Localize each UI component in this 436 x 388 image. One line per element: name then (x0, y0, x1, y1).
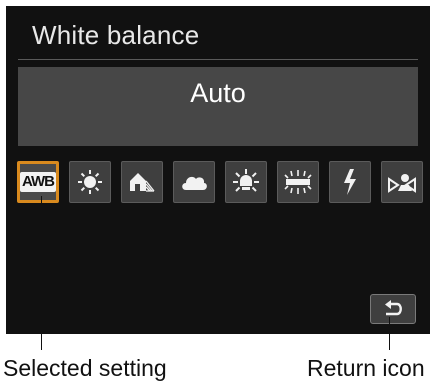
wb-option-custom[interactable] (381, 161, 423, 203)
wb-option-cloudy[interactable] (173, 161, 215, 203)
current-value-panel: Auto (18, 67, 418, 146)
wb-option-flash[interactable] (329, 161, 371, 203)
tungsten-icon (233, 169, 259, 192)
menu-title: White balance (32, 20, 200, 50)
return-icon (385, 300, 402, 316)
wb-option-daylight[interactable] (69, 161, 111, 203)
wb-option-fluorescent[interactable] (277, 161, 319, 203)
camera-lcd-screen: White balance Auto AWB (6, 6, 430, 334)
shade-icon (130, 173, 155, 192)
wb-option-tungsten[interactable] (225, 161, 267, 203)
daylight-icon (78, 170, 102, 194)
wb-option-awb[interactable]: AWB (17, 161, 59, 203)
selected-setting-leader-line (41, 196, 42, 350)
current-value: Auto (190, 78, 246, 108)
flash-icon (344, 169, 356, 195)
caption-selected-setting: Selected setting (3, 355, 167, 381)
return-button[interactable] (370, 294, 416, 324)
wb-option-shade[interactable] (121, 161, 163, 203)
caption-return-icon: Return icon (307, 355, 425, 381)
awb-icon: AWB (20, 172, 56, 192)
fluorescent-icon (284, 170, 312, 194)
title-divider (18, 59, 418, 60)
cloudy-icon (182, 176, 207, 190)
return-icon-leader-line (389, 317, 390, 350)
custom-wb-icon (388, 174, 416, 193)
